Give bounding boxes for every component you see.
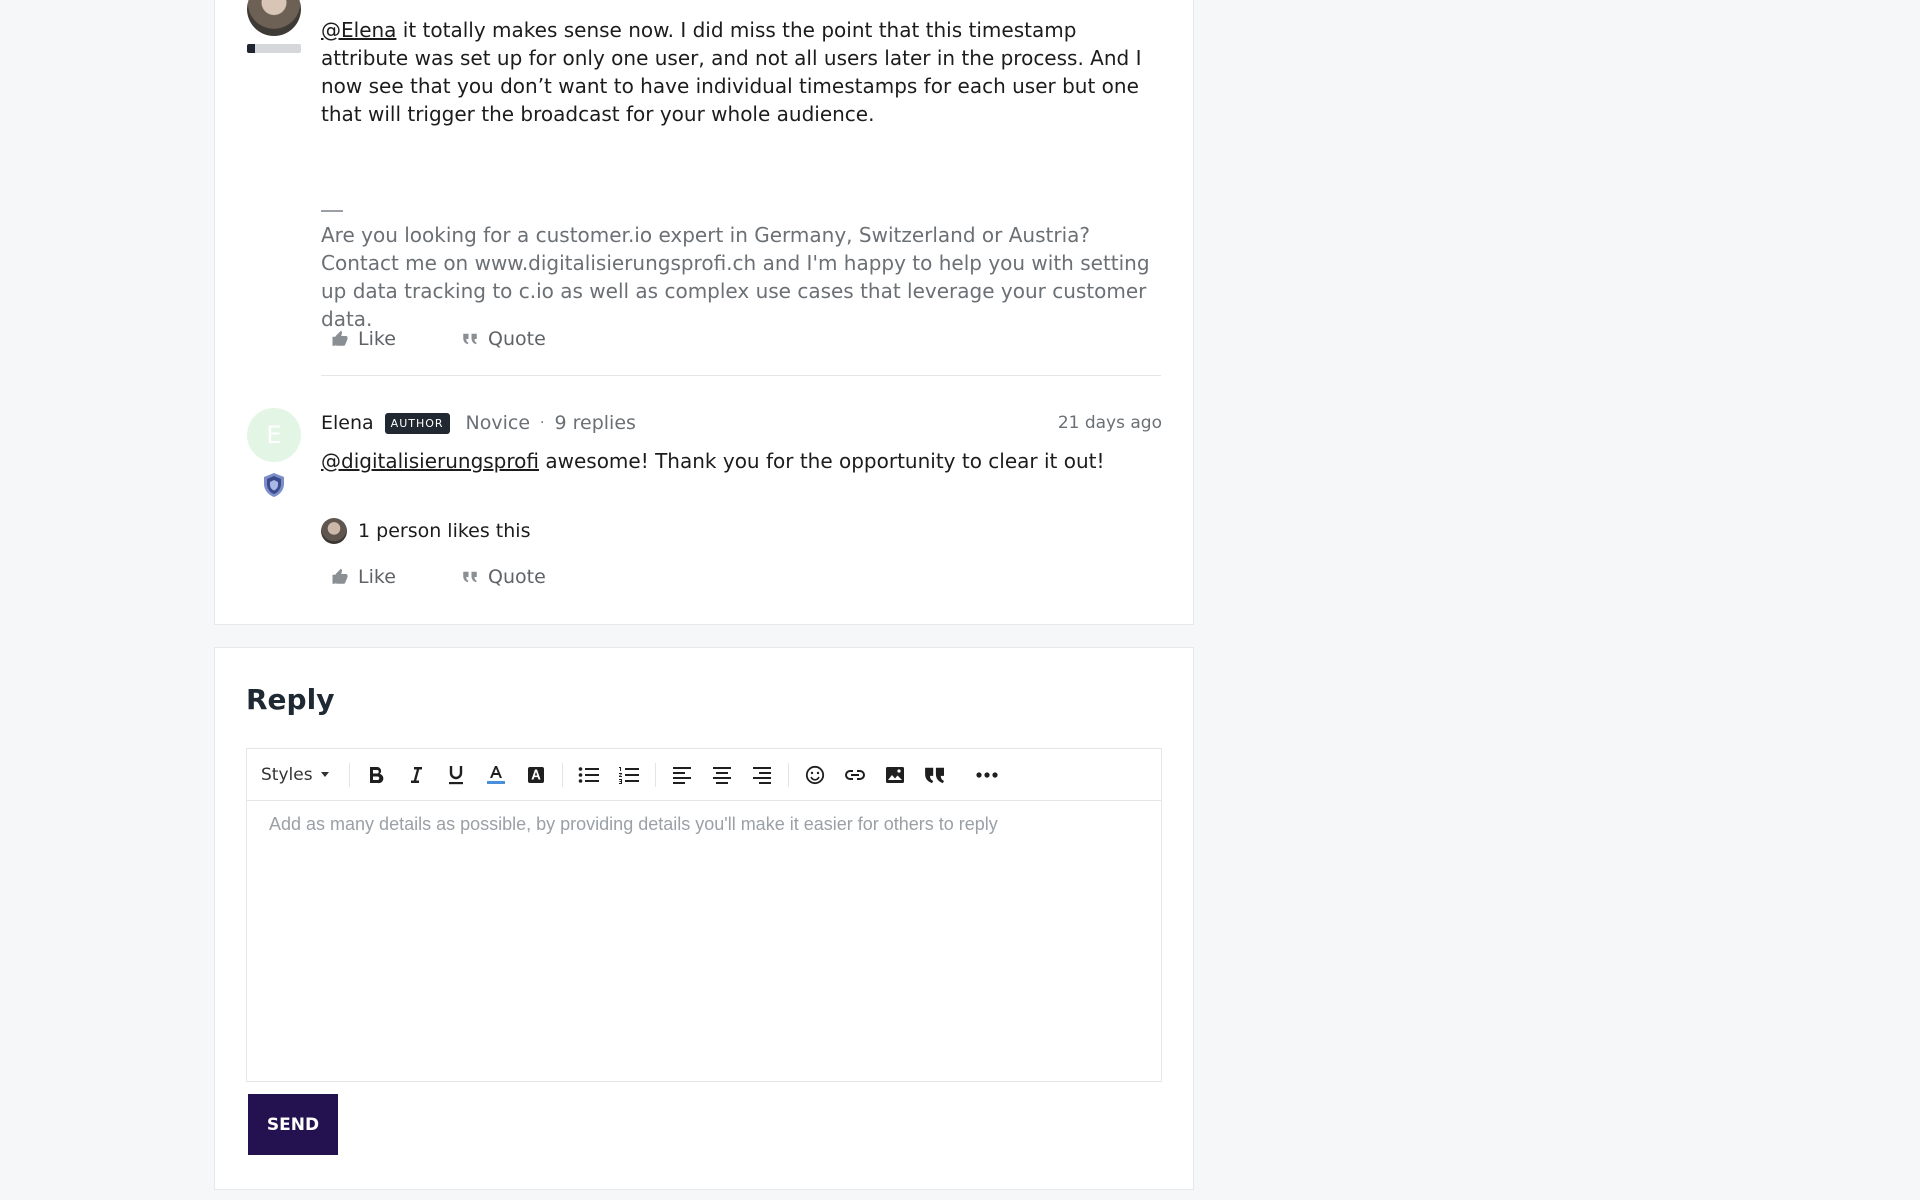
background-color-icon <box>527 766 544 783</box>
like-label: Like <box>358 566 396 588</box>
liker-avatar <box>321 518 347 544</box>
align-center-button[interactable] <box>702 759 742 791</box>
styles-label: Styles <box>261 764 313 785</box>
like-button[interactable]: Like <box>331 328 461 350</box>
reply-count: 9 replies <box>554 412 636 434</box>
toolbar-separator <box>787 762 789 787</box>
highlight-button[interactable] <box>516 759 556 791</box>
quote-icon <box>463 571 477 583</box>
likes-text: 1 person likes this <box>358 520 531 542</box>
text-color-icon <box>486 765 505 784</box>
signature-divider <box>321 210 343 212</box>
align-right-button[interactable] <box>742 759 782 791</box>
link-button[interactable] <box>835 759 875 791</box>
rank-progress-fill <box>247 44 256 53</box>
post-timestamp: 21 days ago <box>1057 413 1162 433</box>
reply-heading: Reply <box>246 683 335 716</box>
rank-progress-bar <box>247 44 301 53</box>
blockquote-button[interactable] <box>915 759 955 791</box>
mention-link[interactable]: @Elena <box>321 18 396 42</box>
post-divider <box>321 375 1161 376</box>
post-actions: Like Quote <box>331 328 546 350</box>
author-avatar[interactable]: E <box>247 408 301 462</box>
text-color-button[interactable] <box>476 759 516 791</box>
author-name[interactable]: Elena <box>321 412 374 434</box>
separator-dot: · <box>540 415 545 431</box>
thumbs-up-icon <box>332 568 348 584</box>
send-button[interactable]: SEND <box>248 1094 338 1155</box>
post-body: @Elena it totally makes sense now. I did… <box>321 16 1161 128</box>
like-button[interactable]: Like <box>331 566 461 588</box>
post-actions: Like Quote <box>331 566 546 588</box>
reply-editor: Styles Add as many details as possible, … <box>246 748 1162 1082</box>
bullet-list-icon <box>578 766 599 783</box>
quote-label: Quote <box>488 328 546 350</box>
author-badge: AUTHOR <box>384 412 450 434</box>
editor-placeholder[interactable]: Add as many details as possible, by prov… <box>269 814 998 835</box>
shield-icon <box>264 473 284 497</box>
emoji-icon <box>805 765 824 784</box>
emoji-button[interactable] <box>795 759 835 791</box>
underline-button[interactable] <box>436 759 476 791</box>
caret-down-icon <box>320 772 329 777</box>
post-signature: Are you looking for a customer.io expert… <box>321 223 1150 331</box>
bold-button[interactable] <box>356 759 396 791</box>
italic-button[interactable] <box>396 759 436 791</box>
image-icon <box>885 766 904 783</box>
quote-icon <box>924 767 944 783</box>
image-button[interactable] <box>875 759 915 791</box>
editor-toolbar: Styles <box>247 749 1161 801</box>
toolbar-separator <box>348 762 350 787</box>
post-body-text: awesome! Thank you for the opportunity t… <box>539 449 1105 473</box>
bullet-list-button[interactable] <box>569 759 609 791</box>
align-left-icon <box>672 766 691 784</box>
thumbs-up-icon <box>332 330 348 346</box>
quote-icon <box>463 333 477 345</box>
user-rank: Novice <box>465 412 531 434</box>
post-body-text: it totally makes sense now. I did miss t… <box>321 18 1142 126</box>
more-horizontal-icon <box>975 771 998 778</box>
numbered-list-icon <box>618 766 639 784</box>
align-right-icon <box>752 766 771 784</box>
post-header: Elena AUTHOR Novice · 9 replies <box>321 410 636 436</box>
underline-icon <box>448 765 463 784</box>
likes-summary[interactable]: 1 person likes this <box>321 518 530 544</box>
toolbar-separator <box>654 762 656 787</box>
styles-dropdown[interactable]: Styles <box>261 765 329 785</box>
italic-icon <box>410 766 422 783</box>
align-center-icon <box>712 766 731 784</box>
align-left-button[interactable] <box>662 759 702 791</box>
like-label: Like <box>358 328 396 350</box>
quote-button[interactable]: Quote <box>461 566 546 588</box>
numbered-list-button[interactable] <box>609 759 649 791</box>
quote-button[interactable]: Quote <box>461 328 546 350</box>
bold-icon <box>369 766 383 783</box>
toolbar-separator <box>561 762 563 787</box>
mention-link[interactable]: @digitalisierungsprofi <box>321 449 539 473</box>
quote-label: Quote <box>488 566 546 588</box>
link-icon <box>844 769 865 780</box>
more-options-button[interactable] <box>967 759 1007 791</box>
post-body: @digitalisierungsprofi awesome! Thank yo… <box>321 447 1161 475</box>
